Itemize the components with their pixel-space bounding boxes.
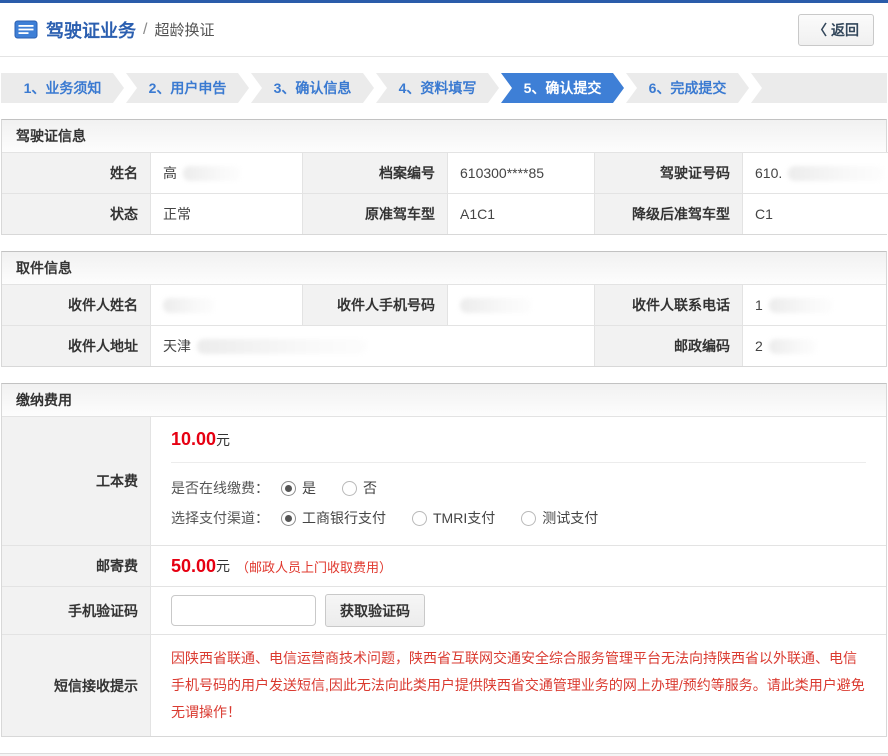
postage-fee-cell: 50.00元 （邮政人员上门收取费用） xyxy=(150,545,886,586)
postcode-value: 2 xyxy=(742,325,886,366)
page-title: 驾驶证业务 xyxy=(46,17,136,43)
recipient-mobile-label: 收件人手机号码 xyxy=(302,284,447,325)
production-fee-amount: 10.00 xyxy=(171,429,216,449)
recipient-phone-label: 收件人联系电话 xyxy=(594,284,742,325)
radio-icbc-icon[interactable] xyxy=(281,511,296,526)
radio-test-icon[interactable] xyxy=(521,511,536,526)
radio-no-icon[interactable] xyxy=(342,481,357,496)
back-button-label: 返回 xyxy=(831,22,859,38)
license-number-label: 驾驶证号码 xyxy=(594,152,742,193)
pickup-info-section: 取件信息 收件人姓名 收件人手机号码 收件人联系电话 1 收件人地址 天津 邮政… xyxy=(1,251,887,367)
recipient-mobile-redaction-blur xyxy=(460,298,532,313)
back-button[interactable]: 〈返回 xyxy=(798,14,874,46)
step-1-business-notice: 1、业务须知 xyxy=(1,73,124,103)
channel-icbc-label: 工商银行支付 xyxy=(302,508,386,528)
sms-notice-label: 短信接收提示 xyxy=(2,634,150,736)
license-info-table: 姓名 高 档案编号 610300****85 驾驶证号码 610. 状态 正常 … xyxy=(2,152,886,234)
radio-yes-icon[interactable] xyxy=(281,481,296,496)
step-3-confirm-info: 3、确认信息 xyxy=(251,73,374,103)
channel-option-icbc[interactable]: 工商银行支付 xyxy=(281,508,386,528)
production-fee-label: 工本费 xyxy=(2,416,150,545)
fees-title: 缴纳费用 xyxy=(2,384,886,416)
sms-notice-cell: 因陕西省联通、电信运营商技术问题，陕西省互联网交通安全综合服务管理平台无法向持陕… xyxy=(150,634,886,736)
page-header: 驾驶证业务 / 超龄换证 〈返回 xyxy=(0,3,888,57)
original-class-value: A1C1 xyxy=(447,193,594,234)
pickup-info-title: 取件信息 xyxy=(2,252,886,284)
license-info-title: 驾驶证信息 xyxy=(2,120,886,152)
channel-option-test[interactable]: 测试支付 xyxy=(521,508,598,528)
pay-channel-label: 选择支付渠道： xyxy=(171,508,269,528)
radio-tmri-icon[interactable] xyxy=(412,511,427,526)
recipient-address-redaction-blur xyxy=(197,339,367,354)
channel-option-tmri[interactable]: TMRI支付 xyxy=(412,508,495,528)
original-class-label: 原准驾车型 xyxy=(302,193,447,234)
recipient-address-value: 天津 xyxy=(150,325,594,366)
postage-fee-amount: 50.00 xyxy=(171,556,216,577)
back-chevron-icon: 〈 xyxy=(813,22,827,38)
pickup-info-table: 收件人姓名 收件人手机号码 收件人联系电话 1 收件人地址 天津 邮政编码 2 xyxy=(2,284,886,366)
online-pay-label: 是否在线缴费： xyxy=(171,478,269,498)
postage-fee-note: （邮政人员上门收取费用） xyxy=(236,557,392,576)
postage-fee-label: 邮寄费 xyxy=(2,545,150,586)
recipient-phone-value: 1 xyxy=(742,284,886,325)
step-2-user-declaration: 2、用户申告 xyxy=(126,73,249,103)
online-pay-no-label: 否 xyxy=(363,478,377,498)
file-number-value: 610300****85 xyxy=(447,152,594,193)
get-captcha-button[interactable]: 获取验证码 xyxy=(325,594,425,627)
recipient-mobile-value xyxy=(447,284,594,325)
recipient-name-value xyxy=(150,284,302,325)
step-5-confirm-submit: 5、确认提交 xyxy=(501,73,624,103)
license-number-redaction-blur xyxy=(788,166,884,181)
recipient-phone-redaction-blur xyxy=(769,298,833,313)
status-label: 状态 xyxy=(2,193,150,234)
recipient-name-label: 收件人姓名 xyxy=(2,284,150,325)
status-value: 正常 xyxy=(150,193,302,234)
breadcrumb-current: 超龄换证 xyxy=(154,19,214,40)
sms-notice-text: 因陕西省联通、电信运营商技术问题，陕西省互联网交通安全综合服务管理平台无法向持陕… xyxy=(171,635,866,736)
license-info-section: 驾驶证信息 姓名 高 档案编号 610300****85 驾驶证号码 610. … xyxy=(1,119,887,235)
recipient-address-label: 收件人地址 xyxy=(2,325,150,366)
name-label: 姓名 xyxy=(2,152,150,193)
online-pay-radio-group: 是否在线缴费： 是 否 xyxy=(171,473,866,503)
license-list-icon xyxy=(14,20,38,39)
channel-tmri-label: TMRI支付 xyxy=(433,508,495,528)
downgraded-class-value: C1 xyxy=(742,193,888,234)
captcha-cell: 获取验证码 xyxy=(150,586,886,634)
fees-table: 工本费 10.00元 是否在线缴费： 是 否 选择支付渠道： 工商银行支付 TM… xyxy=(2,416,886,736)
captcha-label: 手机验证码 xyxy=(2,586,150,634)
postcode-redaction-blur xyxy=(769,339,817,354)
step-wizard: 1、业务须知 2、用户申告 3、确认信息 4、资料填写 5、确认提交 6、完成提… xyxy=(1,73,887,103)
production-fee-amount-line: 10.00元 xyxy=(171,429,866,463)
production-fee-unit: 元 xyxy=(216,432,230,448)
online-pay-option-yes[interactable]: 是 xyxy=(281,478,316,498)
step-6-complete-submit: 6、完成提交 xyxy=(626,73,749,103)
production-fee-cell: 10.00元 是否在线缴费： 是 否 选择支付渠道： 工商银行支付 TMRI支付… xyxy=(150,416,886,545)
postcode-label: 邮政编码 xyxy=(594,325,742,366)
name-value: 高 xyxy=(150,152,302,193)
step-4-fill-materials: 4、资料填写 xyxy=(376,73,499,103)
breadcrumb-separator: / xyxy=(143,21,147,39)
license-number-value: 610. xyxy=(742,152,888,193)
recipient-name-redaction-blur xyxy=(163,298,215,313)
pay-channel-radio-group: 选择支付渠道： 工商银行支付 TMRI支付 测试支付 xyxy=(171,503,866,533)
postage-fee-unit: 元 xyxy=(216,556,230,576)
fees-section: 缴纳费用 工本费 10.00元 是否在线缴费： 是 否 选择支付渠道： 工商银行… xyxy=(1,383,887,737)
file-number-label: 档案编号 xyxy=(302,152,447,193)
name-redaction-blur xyxy=(183,166,241,181)
online-pay-option-no[interactable]: 否 xyxy=(342,478,377,498)
step-bar-filler xyxy=(751,73,887,103)
downgraded-class-label: 降级后准驾车型 xyxy=(594,193,742,234)
captcha-input[interactable] xyxy=(171,595,316,626)
channel-test-label: 测试支付 xyxy=(542,508,598,528)
online-pay-yes-label: 是 xyxy=(302,478,316,498)
